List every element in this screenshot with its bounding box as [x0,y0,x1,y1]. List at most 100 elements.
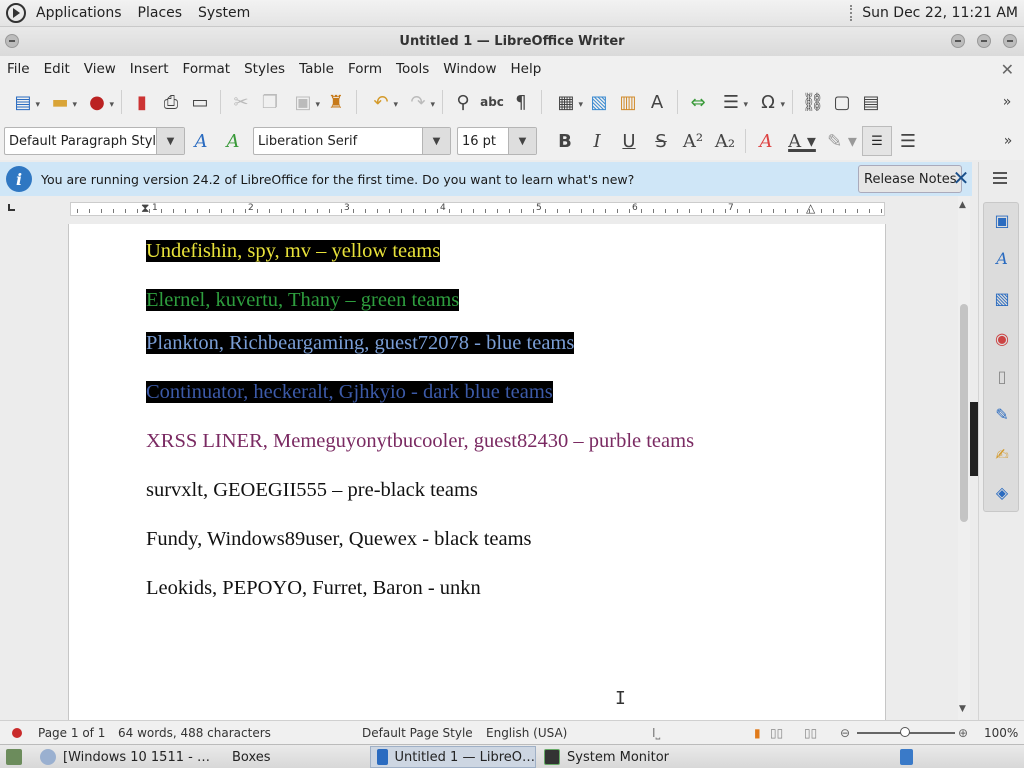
document-line[interactable]: XRSS LINER, Memeguyonytbucooler, guest82… [146,430,694,453]
print-preview-icon[interactable]: ▭ [187,89,213,115]
menu-tools[interactable]: Tools [389,61,436,77]
export-pdf-icon[interactable]: ▮ [129,89,155,115]
redo-icon[interactable]: ↷ [401,89,435,115]
close-document-icon[interactable]: ✕ [1001,60,1014,79]
clone-formatting-icon[interactable]: ♜ [323,89,349,115]
digital-signature-icon[interactable] [12,728,22,738]
window-menu-icon[interactable] [5,34,19,48]
print-icon[interactable]: ⎙ [158,89,184,115]
document-line[interactable]: Continuator, heckeralt, Gjhkyio - dark b… [146,381,553,404]
menu-edit[interactable]: Edit [37,61,77,77]
menu-insert[interactable]: Insert [123,61,176,77]
chevron-down-icon[interactable]: ▼ [508,128,536,154]
chevron-down-icon[interactable]: ▼ [156,128,184,154]
document-page[interactable]: Undefishin, spy, mv – yellow teams Elerne… [68,224,886,720]
properties-icon[interactable]: ▣ [991,209,1013,231]
insert-table-icon[interactable]: ▦ [549,89,583,115]
menu-format[interactable]: Format [176,61,238,77]
chevron-down-icon[interactable]: ▼ [422,128,450,154]
vertical-scrollbar[interactable]: ▲ ▼ [958,196,970,720]
cut-icon[interactable]: ✂ [228,89,254,115]
style-inspector-icon[interactable]: ✎ [991,403,1013,425]
paste-icon[interactable]: ▣ [286,89,320,115]
menu-form[interactable]: Form [341,61,389,77]
taskbar-item-windows-vm[interactable]: [Windows 10 1511 - … [34,746,224,768]
page-style[interactable]: Default Page Style [362,726,473,740]
italic-icon[interactable]: I [581,127,613,155]
zoom-level[interactable]: 100% [984,726,1018,740]
document-line[interactable]: survxlt, GEOEGII555 – pre-black teams [146,479,478,502]
right-indent-marker-icon[interactable]: △ [806,201,815,215]
close-window-icon[interactable] [1003,34,1017,48]
sidebar-menu-icon[interactable] [993,172,1007,187]
places-menu[interactable]: Places [130,0,191,27]
menu-view[interactable]: View [77,61,123,77]
zoom-out-icon[interactable]: ⊖ [840,726,850,740]
underline-icon[interactable]: U [613,127,645,155]
panel-clock[interactable]: Sun Dec 22, 11:21 AM [862,5,1024,21]
align-left-icon[interactable]: ☰ [862,126,892,156]
system-menu[interactable]: System [190,0,258,27]
find-replace-icon[interactable]: ⚲ [450,89,476,115]
page-count[interactable]: Page 1 of 1 [38,726,105,740]
scroll-up-icon[interactable]: ▲ [959,200,966,210]
horizontal-ruler[interactable]: ⧗ △ 1234567 [70,201,885,216]
insert-field-icon[interactable]: ☰ [714,89,748,115]
taskbar-item-writer[interactable]: Untitled 1 — LibreO… [370,746,536,768]
superscript-icon[interactable]: A² [677,127,709,155]
font-name-combo[interactable]: Liberation Serif ▼ [253,127,451,155]
insert-page-break-icon[interactable]: ⇔ [685,89,711,115]
zoom-in-icon[interactable]: ⊕ [958,726,968,740]
document-line[interactable]: Elernel, kuvertu, Thany – green teams [146,289,460,312]
spelling-icon[interactable]: abc [479,89,505,115]
sidebar-collapse-handle[interactable] [970,402,978,476]
formatting-marks-icon[interactable]: ¶ [508,89,534,115]
update-style-icon[interactable]: A [185,127,217,155]
align-center-icon[interactable]: ☰ [892,127,924,155]
document-line[interactable]: Fundy, Windows89user, Quewex - black tea… [146,528,532,551]
tab-stop-selector-icon[interactable] [8,204,15,211]
font-size-combo[interactable]: 16 pt ▼ [457,127,537,155]
insert-footnote-icon[interactable]: ▢ [829,89,855,115]
taskbar-item-system-monitor[interactable]: System Monitor [538,746,708,768]
menu-help[interactable]: Help [504,61,549,77]
subscript-icon[interactable]: A₂ [709,127,741,155]
page-icon[interactable]: ▯ [991,365,1013,387]
design-icon[interactable]: ◈ [991,481,1013,503]
bold-icon[interactable]: B [549,127,581,155]
highlighting-color-icon[interactable]: ✎ ▾ [822,127,862,155]
clear-formatting-icon[interactable]: A [750,127,782,155]
toolbar-overflow-icon[interactable]: » [992,127,1024,155]
menu-file[interactable]: File [0,61,37,77]
manage-changes-icon[interactable]: ✍ [991,443,1013,465]
show-desktop-button[interactable] [0,746,30,768]
book-view-icon[interactable]: ▯▯ [804,726,817,740]
applications-logo-icon[interactable] [6,3,26,23]
toolbar-overflow-icon[interactable]: » [994,89,1020,115]
document-line[interactable]: Undefishin, spy, mv – yellow teams [146,240,441,263]
workspace-switcher[interactable] [896,746,920,768]
new-style-icon[interactable]: A [217,127,249,155]
minimize-icon[interactable] [951,34,965,48]
save-icon[interactable]: ● [80,89,114,115]
document-line[interactable]: Plankton, Richbeargaming, guest72078 - b… [146,332,575,355]
single-page-view-icon[interactable]: ▯▯ [770,726,783,740]
paragraph-style-combo[interactable]: Default Paragraph Style ▼ [4,127,185,155]
font-color-icon[interactable]: A ▾ [782,127,822,155]
release-notes-button[interactable]: Release Notes [858,165,963,193]
text-language[interactable]: English (USA) [486,726,567,740]
word-count[interactable]: 64 words, 488 characters [118,726,271,740]
taskbar-item-boxes[interactable]: Boxes [226,746,366,768]
maximize-icon[interactable] [977,34,991,48]
insert-endnote-icon[interactable]: ▤ [858,89,884,115]
new-document-icon[interactable]: ▤ [6,89,40,115]
menu-table[interactable]: Table [292,61,341,77]
applications-menu[interactable]: Applications [28,0,130,27]
document-line[interactable]: Leokids, PEPOYO, Furret, Baron - unkn [146,577,481,600]
menu-styles[interactable]: Styles [237,61,292,77]
insert-hyperlink-icon[interactable]: ⛓ [800,89,826,115]
styles-icon[interactable]: A [991,247,1013,269]
zoom-slider-knob[interactable] [900,727,910,737]
scroll-down-icon[interactable]: ▼ [959,704,966,714]
copy-icon[interactable]: ❐ [257,89,283,115]
